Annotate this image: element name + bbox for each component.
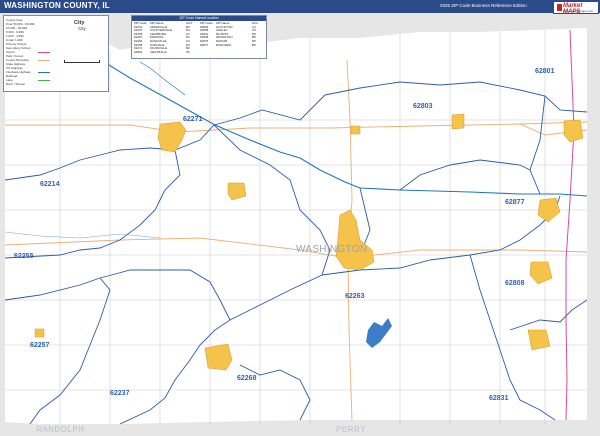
county-name-label: WASHINGTON (296, 244, 367, 255)
map-title: WASHINGTON COUNTY, IL (4, 1, 110, 10)
town-west-small (34, 328, 45, 338)
legend-swatch-us-hwy (38, 52, 50, 53)
zip-label-62255[interactable]: 62255 (14, 253, 34, 260)
zip-cell: 62877 (200, 43, 209, 47)
legend-row: River / Stream (6, 82, 26, 86)
town-north (350, 125, 361, 135)
zip-table-right-column: ZIP Code ZIP Name Grid 62803 HOYLETON A4 6… (200, 22, 266, 47)
zip-label-62263[interactable]: 62263 (345, 293, 365, 300)
zip-label-62257[interactable]: 62257 (30, 342, 50, 349)
map-subtitle: 2025 ZIP Code Business Reference Edition (440, 3, 527, 8)
logo-icon (557, 4, 562, 11)
zip-cell: 62801 (134, 50, 143, 54)
name-cell: CENTRALIA (150, 50, 167, 54)
zip-label-62808[interactable]: 62808 (505, 280, 525, 287)
legend-swatch-state-hwy (38, 60, 50, 61)
zip-code-table: ZIP Code Name/Location ZIP Code ZIP Name… (131, 15, 267, 59)
legend-swatch-park (38, 80, 50, 81)
logo-url: www.marketmaps.com (563, 9, 594, 13)
zip-label-62271[interactable]: 62271 (183, 116, 203, 123)
map-frame: 62801 62803 62271 62214 62877 62255 6226… (0, 0, 600, 436)
zip-label-62877[interactable]: 62877 (505, 199, 525, 206)
market-maps-logo[interactable]: Market MAPS www.marketmaps.com (553, 1, 599, 15)
town-hoyleton (451, 113, 465, 130)
town-oakdale (204, 343, 233, 371)
title-bar: WASHINGTON COUNTY, IL 2025 ZIP Code Busi… (0, 0, 600, 13)
zip-label-62801[interactable]: 62801 (535, 68, 555, 75)
name-cell: RICHVIEW (216, 43, 231, 47)
grid-cell: A5 (186, 50, 190, 54)
legend-city-sample-small: City (78, 26, 86, 31)
table-row[interactable]: 62801 CENTRALIA A5 (134, 51, 200, 55)
zip-label-62237[interactable]: 62237 (110, 390, 130, 397)
zip-label-62214[interactable]: 62214 (40, 181, 60, 188)
grid-cell: B5 (252, 43, 256, 47)
table-row[interactable]: 62877 RICHVIEW B5 (200, 44, 266, 48)
neighbor-county-randolph: RANDOLPH (36, 425, 84, 434)
neighbor-county-perry: PERRY (336, 425, 366, 434)
zip-label-62268[interactable]: 62268 (237, 375, 257, 382)
zip-table-header: ZIP Code Name/Location (132, 16, 266, 21)
zip-label-62803[interactable]: 62803 (413, 103, 433, 110)
town-centralia (563, 119, 584, 143)
legend-swatch-river (38, 72, 50, 73)
map-legend: City City County Seat Over 50,000 - 99,9… (3, 15, 109, 92)
zip-label-62831[interactable]: 62831 (489, 395, 509, 402)
zip-table-left-column: ZIP Code ZIP Name Grid 62214 ADDIEVILLE B2… (134, 22, 200, 54)
legend-scale-bar (64, 60, 100, 63)
